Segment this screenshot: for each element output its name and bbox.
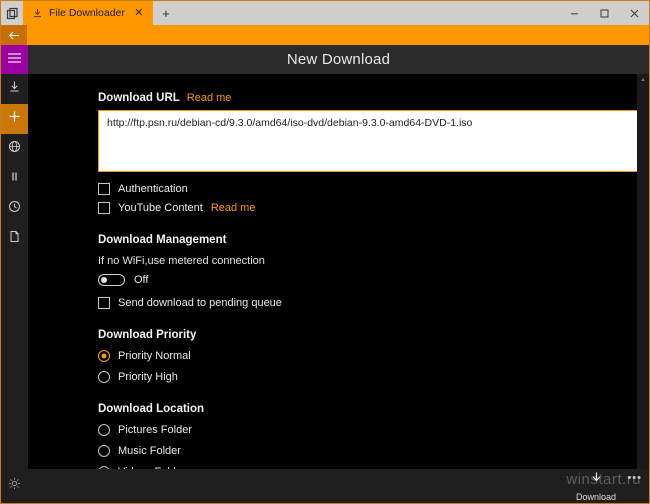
authentication-row[interactable]: Authentication [98,183,637,195]
plus-icon [8,110,21,128]
location-pictures-label: Pictures Folder [118,424,192,436]
download-location-title: Download Location [98,403,205,415]
toggle-knob [101,277,107,283]
authentication-label: Authentication [118,183,188,195]
maximize-icon[interactable] [589,1,619,25]
app-body: New Download Download URL Read me http:/… [1,45,649,503]
priority-normal-row[interactable]: Priority Normal [98,350,637,362]
youtube-content-checkbox[interactable] [98,202,110,214]
url-label-row: Download URL Read me [98,92,637,104]
sidebar-item-browser[interactable] [1,134,28,164]
sidebar-item-paused[interactable] [1,164,28,194]
page: New Download Download URL Read me http:/… [28,45,649,503]
clock-icon [8,200,21,218]
content-scrollbar[interactable]: ▲ [637,74,649,469]
location-music-radio[interactable] [98,445,110,457]
sidebar-item-logs[interactable] [1,224,28,254]
more-options-button[interactable]: ••• [627,473,642,484]
download-management-title: Download Management [98,234,227,246]
download-icon [31,7,43,19]
content-wrapper: Download URL Read me http://ftp.psn.ru/d… [28,74,649,469]
browser-tab[interactable]: File Downloader ✕ [23,1,153,25]
authentication-checkbox[interactable] [98,183,110,195]
bottom-app-bar: winstart.ru ••• Download [28,469,649,503]
youtube-readme-link[interactable]: Read me [211,202,256,214]
priority-high-label: Priority High [118,371,178,383]
download-priority-title: Download Priority [98,329,197,341]
location-music-row[interactable]: Music Folder [98,445,637,457]
download-url-input[interactable]: http://ftp.psn.ru/debian-cd/9.3.0/amd64/… [98,110,637,172]
titlebar-drag-area [178,1,559,25]
scroll-up-icon[interactable]: ▲ [640,77,646,83]
sidebar [1,45,28,503]
close-icon[interactable]: ✕ [131,7,147,19]
download-icon [589,471,604,491]
command-bar [1,25,649,45]
sidebar-item-settings[interactable] [1,469,28,503]
download-icon [8,80,21,98]
pause-icon [8,170,21,188]
app-window: File Downloader ✕ + New Download Downloa… [0,0,650,504]
sidebar-item-history[interactable] [1,194,28,224]
download-button-label: Download [575,491,617,502]
tab-title: File Downloader [49,7,125,19]
tab-list-icon[interactable] [1,1,23,25]
metered-connection-label: If no WiFi,use metered connection [98,255,265,267]
priority-normal-label: Priority Normal [118,350,191,362]
new-download-form: Download URL Read me http://ftp.psn.ru/d… [28,74,637,469]
globe-icon [8,140,21,158]
page-header: New Download [28,45,649,74]
gear-icon [8,477,21,495]
location-pictures-radio[interactable] [98,424,110,436]
youtube-content-label: YouTube Content [118,202,203,214]
location-music-label: Music Folder [118,445,181,457]
pending-queue-label: Send download to pending queue [118,297,282,309]
window-controls [559,1,649,25]
metered-connection-toggle[interactable] [98,274,125,286]
pending-queue-row[interactable]: Send download to pending queue [98,297,637,309]
sidebar-item-hamburger[interactable] [1,45,28,74]
scrollbar-thumb[interactable] [641,86,645,466]
url-label: Download URL [98,92,180,104]
pending-queue-checkbox[interactable] [98,297,110,309]
priority-high-row[interactable]: Priority High [98,371,637,383]
page-title: New Download [286,51,391,68]
url-readme-link[interactable]: Read me [187,92,232,104]
sidebar-item-new-download[interactable] [1,104,28,134]
hamburger-icon [7,51,22,69]
sidebar-item-downloads[interactable] [1,74,28,104]
minimize-icon[interactable] [559,1,589,25]
title-bar: File Downloader ✕ + [1,1,649,25]
youtube-content-row[interactable]: YouTube Content Read me [98,202,637,214]
download-button[interactable]: Download [565,471,627,502]
new-tab-button[interactable]: + [152,1,179,25]
metered-connection-row[interactable]: Off [98,274,637,286]
location-pictures-row[interactable]: Pictures Folder [98,424,637,436]
close-icon[interactable] [619,1,649,25]
metered-connection-state: Off [134,274,149,286]
priority-high-radio[interactable] [98,371,110,383]
file-icon [8,230,21,248]
command-bar-empty [27,25,649,45]
priority-normal-radio[interactable] [98,350,110,362]
back-button[interactable] [1,25,27,45]
